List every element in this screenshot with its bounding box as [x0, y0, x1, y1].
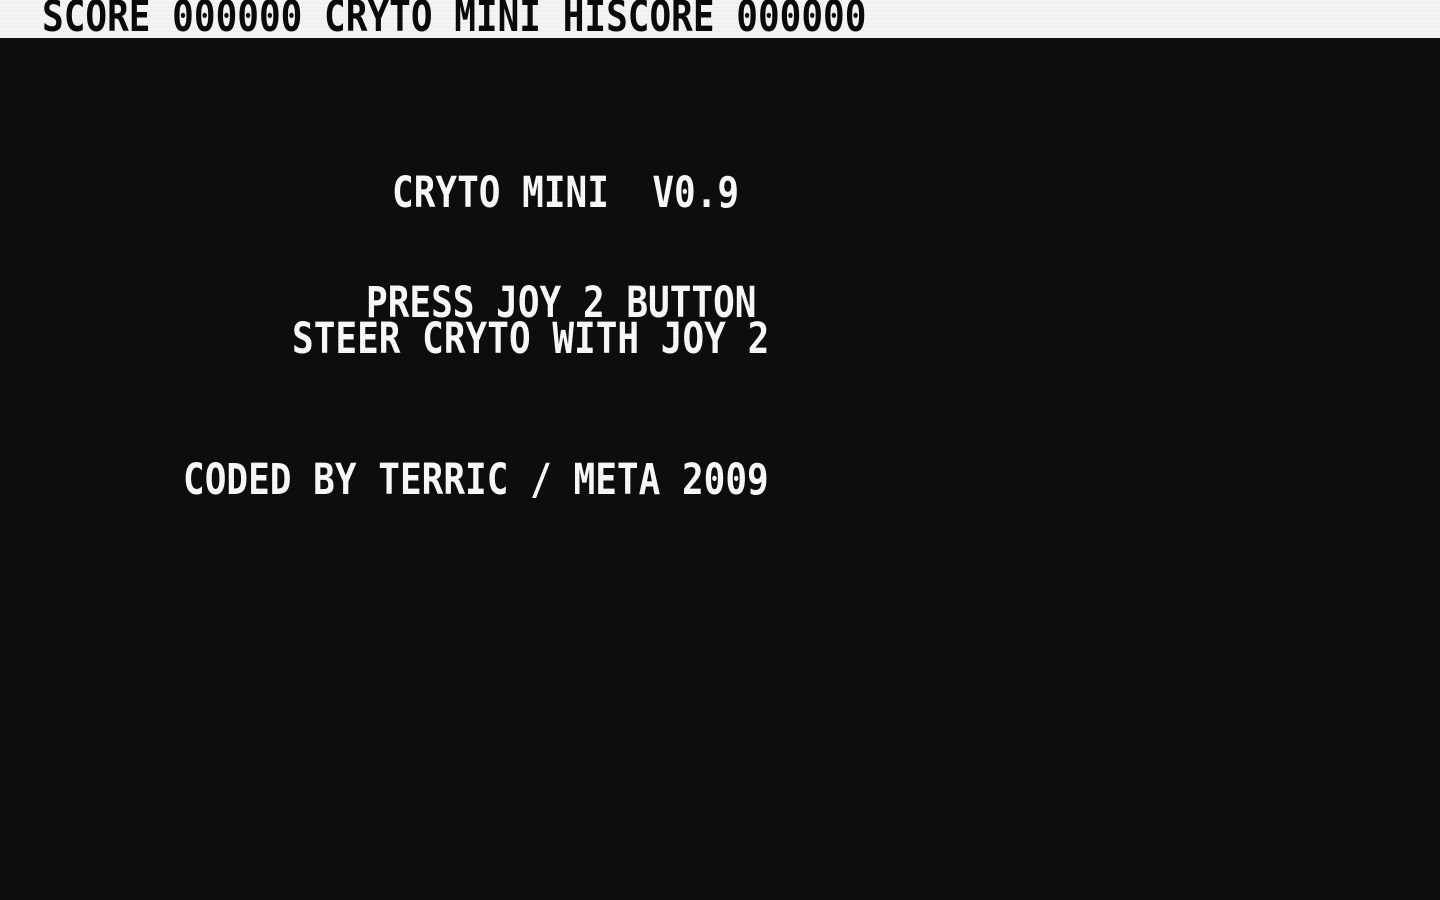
status-bar-game-name: CRYTO MINI — [324, 0, 542, 38]
score-value: 000000 — [172, 0, 303, 38]
crt-scanline-overlay — [0, 0, 1440, 900]
hiscore-value: 000000 — [736, 0, 867, 38]
hiscore-label: HISCORE — [562, 0, 715, 38]
game-title-heading: CRYTO MINI V0.9 — [392, 168, 740, 218]
score-separator-4 — [715, 0, 737, 38]
score-separator-1 — [150, 0, 172, 38]
score-label: SCORE — [42, 0, 151, 38]
instruction-steer: STEER CRYTO WITH JOY 2 — [292, 314, 770, 364]
game-screen[interactable]: SCORE 000000 CRYTO MINI HISCORE 000000 C… — [0, 0, 1440, 900]
status-bar-text: SCORE 000000 CRYTO MINI HISCORE 000000 — [42, 0, 866, 38]
score-separator-2 — [302, 0, 324, 38]
score-separator-3 — [541, 0, 563, 38]
credits-text: CODED BY TERRIC / META 2009 — [183, 455, 769, 505]
status-bar: SCORE 000000 CRYTO MINI HISCORE 000000 — [0, 0, 1440, 38]
